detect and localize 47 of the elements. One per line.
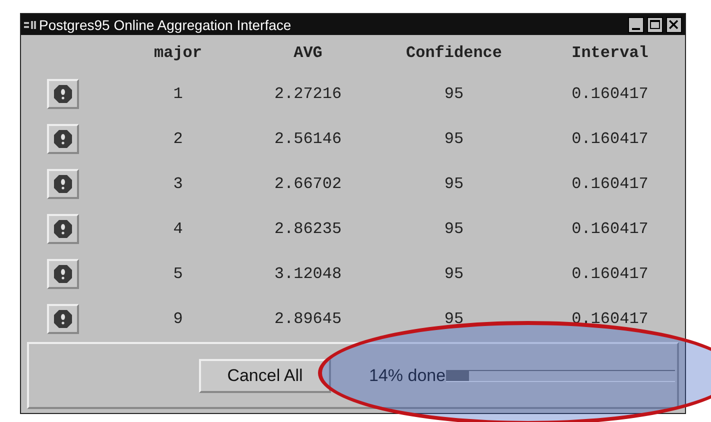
column-header: Confidence xyxy=(404,43,503,64)
table-cell-text: 2.89645 xyxy=(273,308,343,330)
table-cell-text: 3 xyxy=(172,174,184,194)
column-header: AVG xyxy=(292,43,324,64)
table-cell-text: 95 xyxy=(443,128,465,150)
octagon-icon xyxy=(54,84,72,102)
maximize-icon[interactable] xyxy=(647,16,663,32)
octagon-icon xyxy=(54,174,72,192)
table-cell-text: 1 xyxy=(172,84,184,104)
octagon-icon xyxy=(54,130,72,148)
minimize-icon[interactable] xyxy=(628,16,644,32)
table-cell-text: 2 xyxy=(172,128,184,150)
window-title: Postgres95 Online Aggregation Interface xyxy=(39,18,292,32)
row-stop-button[interactable] xyxy=(47,304,79,334)
octagon-icon xyxy=(54,310,72,328)
row-stop-button[interactable] xyxy=(47,168,79,198)
table-cell-text: 4 xyxy=(172,218,184,240)
octagon-icon xyxy=(54,264,72,282)
table-cell-text: 9 xyxy=(172,308,184,330)
table-cell-text: 95 xyxy=(443,308,465,330)
column-header: Interval xyxy=(570,43,650,64)
table-cell-text: 95 xyxy=(443,84,465,104)
cancel-all-button[interactable]: Cancel All xyxy=(199,358,331,392)
table-cell-text: 95 xyxy=(443,174,465,194)
window-menu-icon[interactable] xyxy=(24,20,36,30)
table-cell-text: 0.160417 xyxy=(570,264,650,284)
table-cell-text: 0.160417 xyxy=(570,128,650,150)
row-stop-button[interactable] xyxy=(47,258,79,288)
table-cell-text: 2.27216 xyxy=(273,84,343,104)
table-cell-text: 0.160417 xyxy=(570,308,650,330)
table-cell-text: 5 xyxy=(172,264,184,284)
close-icon[interactable] xyxy=(666,16,682,32)
table-cell-text: 95 xyxy=(443,264,465,284)
progress-label: 14% done xyxy=(369,364,446,387)
table-cell-text: 3.12048 xyxy=(273,264,343,284)
column-header: major xyxy=(152,43,203,64)
table-cell-text: 2.86235 xyxy=(273,218,343,240)
table-cell-text: 0.160417 xyxy=(570,84,650,104)
table-cell-text: 2.56146 xyxy=(273,128,343,150)
octagon-icon xyxy=(54,220,72,238)
row-stop-button[interactable] xyxy=(47,214,79,244)
table-cell-text: 0.160417 xyxy=(570,174,650,194)
row-stop-button[interactable] xyxy=(47,124,79,154)
table-cell-text: 95 xyxy=(443,218,465,240)
row-stop-button[interactable] xyxy=(47,78,79,108)
table-cell-text: 0.160417 xyxy=(570,218,650,240)
table-cell-text: 2.66702 xyxy=(273,174,343,194)
